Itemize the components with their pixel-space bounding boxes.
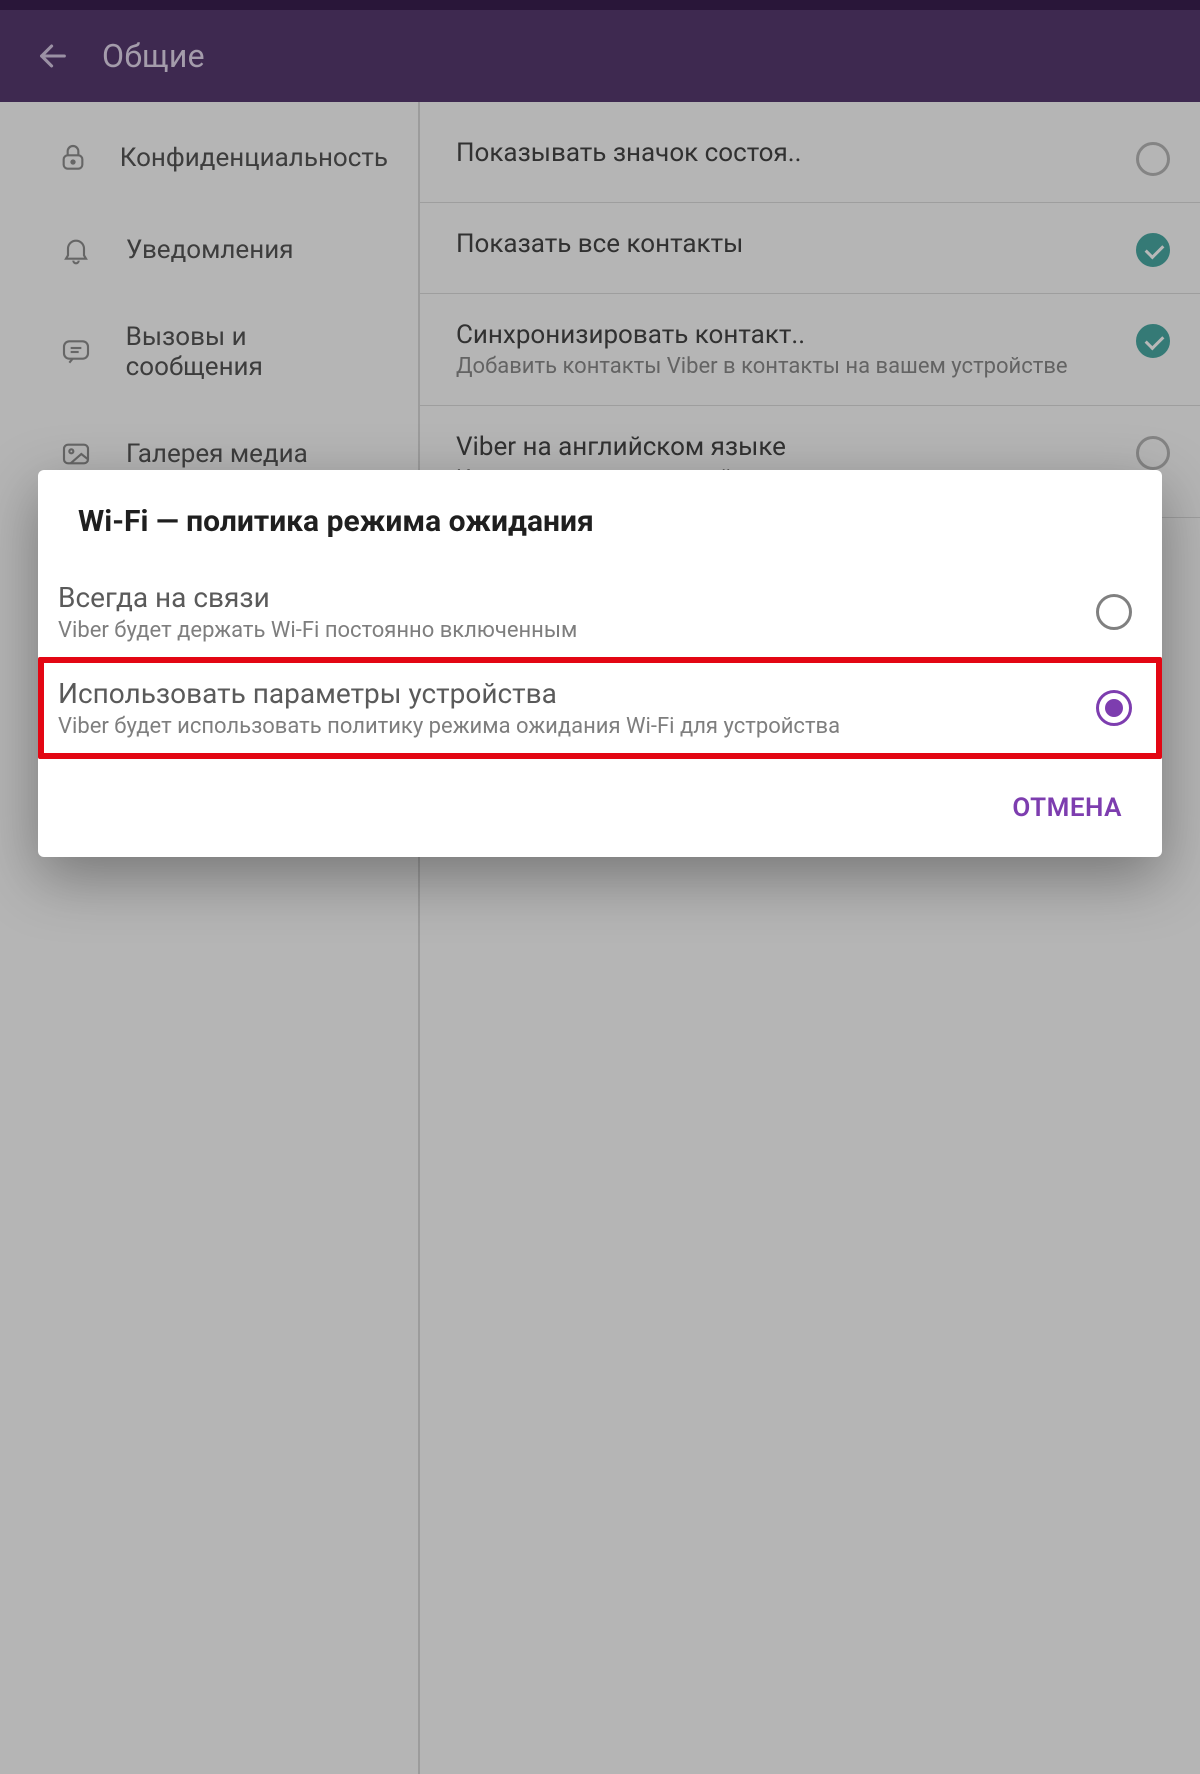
modal-scrim[interactable]: [0, 0, 1200, 1774]
radio-unchecked-icon[interactable]: [1096, 594, 1132, 630]
wifi-option-always-connected[interactable]: Всегда на связи Viber будет держать Wi-F…: [38, 567, 1162, 657]
option-subtitle: Viber будет использовать политику режима…: [58, 714, 1076, 739]
cancel-button[interactable]: ОТМЕНА: [1012, 793, 1122, 823]
wifi-sleep-policy-dialog: Wi-Fi — политика режима ожидания Всегда …: [38, 470, 1162, 857]
option-title: Использовать параметры устройства: [58, 677, 1076, 710]
option-subtitle: Viber будет держать Wi-Fi постоянно вклю…: [58, 618, 1076, 643]
radio-checked-icon[interactable]: [1096, 690, 1132, 726]
wifi-option-use-device-settings[interactable]: Использовать параметры устройства Viber …: [38, 657, 1162, 759]
option-title: Всегда на связи: [58, 581, 1076, 614]
dialog-title: Wi-Fi — политика режима ожидания: [38, 470, 1162, 567]
